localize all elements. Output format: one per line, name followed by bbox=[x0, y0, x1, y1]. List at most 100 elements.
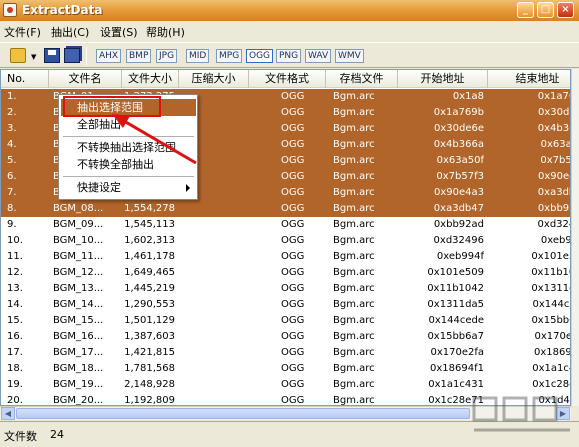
format-button-ogg[interactable]: OGG bbox=[246, 49, 274, 63]
cell-arc: Bgm.arc bbox=[333, 299, 375, 310]
column-header-format[interactable]: 文件格式 bbox=[249, 70, 326, 88]
table-row[interactable]: 8. BGM_08... 1,554,278 OGG Bgm.arc 0xa3db47 0x… bbox=[1, 201, 570, 217]
cell-no: 15. bbox=[7, 315, 23, 326]
cell-no: 19. bbox=[7, 379, 23, 390]
cell-fmt: OGG bbox=[281, 219, 305, 230]
cell-name: BGM_14... bbox=[53, 299, 104, 310]
title-bar: ExtractData _ □ × bbox=[0, 0, 579, 21]
format-button-jpg[interactable]: JPG bbox=[156, 49, 178, 63]
column-header-end[interactable]: 结束地址 bbox=[488, 70, 570, 88]
cell-arc: Bgm.arc bbox=[333, 235, 375, 246]
menu-bar: 文件(F) 抽出(C) 设置(S) 帮助(H) bbox=[0, 21, 579, 41]
table-row[interactable]: 15. BGM_15... 1,501,129 OGG Bgm.arc 0x144cede… bbox=[1, 313, 570, 329]
table-row[interactable]: 17. BGM_17... 1,421,815 OGG Bgm.arc 0x170e2fa… bbox=[1, 345, 570, 361]
cell-start: 0xd32496 bbox=[433, 235, 484, 246]
cell-start: 0x1a8 bbox=[452, 91, 484, 102]
cell-arc: Bgm.arc bbox=[333, 187, 375, 198]
cell-no: 18. bbox=[7, 363, 23, 374]
cell-fmt: OGG bbox=[281, 299, 305, 310]
scroll-left-button[interactable]: ◀ bbox=[1, 407, 15, 420]
cell-name: BGM_12... bbox=[53, 267, 104, 278]
context-raw-extract-selection[interactable]: 不转换抽出选择范围 bbox=[61, 139, 196, 156]
context-separator bbox=[63, 176, 194, 177]
close-button[interactable]: × bbox=[557, 2, 574, 18]
menu-file[interactable]: 文件(F) bbox=[4, 24, 41, 40]
cell-no: 20. bbox=[7, 395, 23, 406]
cell-end: 0x144cede bbox=[532, 299, 570, 310]
cell-no: 16. bbox=[7, 331, 23, 342]
menu-extract[interactable]: 抽出(C) bbox=[51, 24, 89, 40]
column-header-start[interactable]: 开始地址 bbox=[398, 70, 488, 88]
cell-end: 0xeb994f bbox=[540, 235, 570, 246]
dropdown-arrow-icon[interactable]: ▼ bbox=[31, 53, 36, 61]
cell-size: 1,421,815 bbox=[124, 347, 175, 358]
table-row[interactable]: 11. BGM_11... 1,461,178 OGG Bgm.arc 0xeb994f 0… bbox=[1, 249, 570, 265]
table-row[interactable]: 9. BGM_09... 1,545,113 OGG Bgm.arc 0xbb92ad 0x… bbox=[1, 217, 570, 233]
cell-comp bbox=[179, 281, 245, 297]
format-button-png[interactable]: PNG bbox=[276, 49, 302, 63]
cell-arc: Bgm.arc bbox=[333, 123, 375, 134]
table-row[interactable]: 16. BGM_16... 1,387,603 OGG Bgm.arc 0x15bb6a7… bbox=[1, 329, 570, 345]
cell-no: 13. bbox=[7, 283, 23, 294]
cell-arc: Bgm.arc bbox=[333, 347, 375, 358]
cell-no: 9. bbox=[7, 219, 17, 230]
format-button-mid[interactable]: MID bbox=[186, 49, 210, 63]
cell-size: 1,781,568 bbox=[124, 363, 175, 374]
cell-name: BGM_13... bbox=[53, 283, 104, 294]
column-header-no[interactable]: No. bbox=[1, 70, 49, 88]
cell-no: 1. bbox=[7, 91, 17, 102]
column-header-filesize[interactable]: 文件大小 bbox=[122, 70, 179, 88]
save-all-icon[interactable] bbox=[64, 48, 80, 63]
context-raw-extract-all[interactable]: 不转换全部抽出 bbox=[61, 156, 196, 173]
format-button-bmp[interactable]: BMP bbox=[126, 49, 152, 63]
column-header-archive[interactable]: 存档文件 bbox=[326, 70, 398, 88]
context-extract-all[interactable]: 全部抽出 bbox=[61, 116, 196, 133]
cell-arc: Bgm.arc bbox=[333, 251, 375, 262]
table-row[interactable]: 13. BGM_13... 1,445,219 OGG Bgm.arc 0x11b1042… bbox=[1, 281, 570, 297]
cell-start: 0x11b1042 bbox=[427, 283, 484, 294]
format-button-mpg[interactable]: MPG bbox=[216, 49, 243, 63]
table-row[interactable]: 18. BGM_18... 1,781,568 OGG Bgm.arc 0x18694f1… bbox=[1, 361, 570, 377]
table-row[interactable]: 10. BGM_10... 1,602,313 OGG Bgm.arc 0xd32496 0… bbox=[1, 233, 570, 249]
menu-help[interactable]: 帮助(H) bbox=[146, 24, 185, 40]
cell-fmt: OGG bbox=[281, 107, 305, 118]
cell-size: 1,387,603 bbox=[124, 331, 175, 342]
column-header-filename[interactable]: 文件名 bbox=[49, 70, 122, 88]
open-folder-icon[interactable] bbox=[10, 48, 26, 63]
cell-comp bbox=[179, 265, 245, 281]
cell-size: 1,602,313 bbox=[124, 235, 175, 246]
status-label: 文件数 bbox=[4, 430, 37, 443]
cell-start: 0xbb92ad bbox=[433, 219, 484, 230]
format-button-wav[interactable]: WAV bbox=[305, 49, 332, 63]
cell-arc: Bgm.arc bbox=[333, 363, 375, 374]
cell-fmt: OGG bbox=[281, 315, 305, 326]
cell-end: 0x1a1c431 bbox=[532, 363, 570, 374]
cell-start: 0xeb994f bbox=[436, 251, 484, 262]
table-row[interactable]: 12. BGM_12... 1,649,465 OGG Bgm.arc 0x101e509… bbox=[1, 265, 570, 281]
cell-comp bbox=[179, 377, 245, 393]
maximize-button[interactable]: □ bbox=[537, 2, 554, 18]
list-header: No. 文件名 文件大小 压缩大小 文件格式 存档文件 开始地址 结束地址 bbox=[1, 70, 570, 88]
cell-arc: Bgm.arc bbox=[333, 267, 375, 278]
minimize-button[interactable]: _ bbox=[517, 2, 534, 18]
column-header-compressed[interactable]: 压缩大小 bbox=[179, 70, 249, 88]
cell-no: 5. bbox=[7, 155, 17, 166]
cell-end: 0x63a50f bbox=[540, 139, 570, 150]
table-row[interactable]: 19. BGM_19... 2,148,928 OGG Bgm.arc 0x1a1c431… bbox=[1, 377, 570, 393]
app-icon[interactable] bbox=[3, 3, 17, 17]
cell-no: 8. bbox=[7, 203, 17, 214]
cell-arc: Bgm.arc bbox=[333, 107, 375, 118]
cell-fmt: OGG bbox=[281, 363, 305, 374]
menu-settings[interactable]: 设置(S) bbox=[100, 24, 138, 40]
format-button-ahx[interactable]: AHX bbox=[96, 49, 122, 63]
cell-name: BGM_19... bbox=[53, 379, 104, 390]
save-icon[interactable] bbox=[44, 48, 60, 63]
cell-start: 0x144cede bbox=[428, 315, 484, 326]
context-quick-settings[interactable]: 快捷设定 bbox=[61, 179, 196, 196]
table-row[interactable]: 14. BGM_14... 1,290,553 OGG Bgm.arc 0x1311da5… bbox=[1, 297, 570, 313]
scroll-thumb[interactable] bbox=[16, 408, 470, 419]
vertical-scrollbar[interactable] bbox=[571, 69, 579, 406]
format-button-wmv[interactable]: WMV bbox=[335, 49, 364, 63]
cell-end: 0xbb92ad bbox=[537, 203, 570, 214]
cell-end: 0x11b1042 bbox=[531, 267, 570, 278]
